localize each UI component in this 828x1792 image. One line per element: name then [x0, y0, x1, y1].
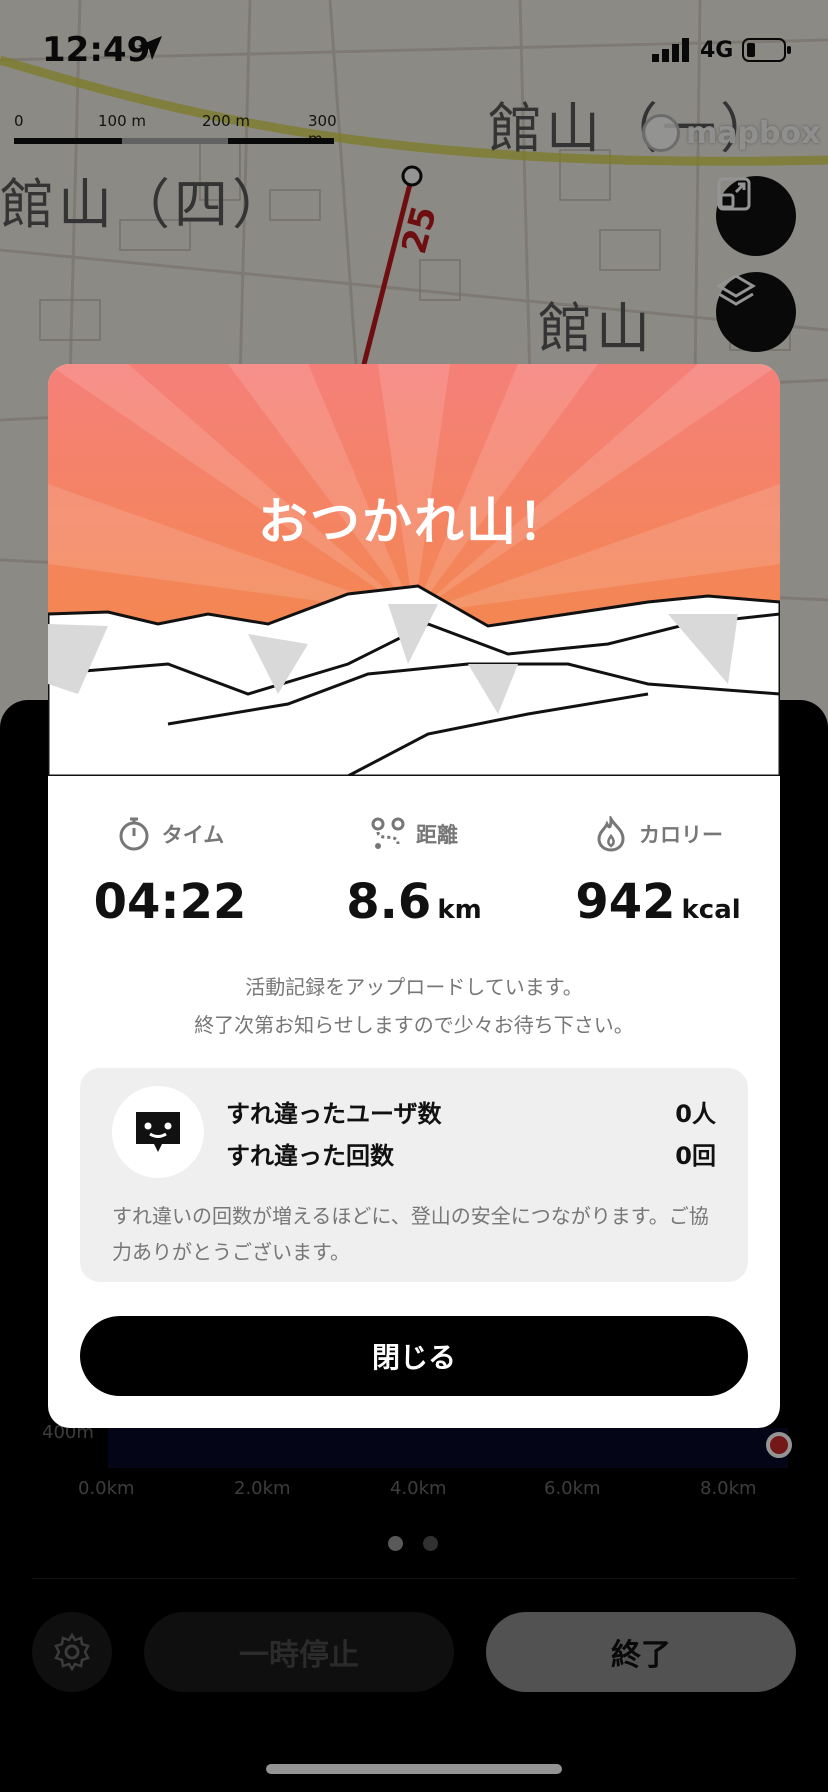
encounter-count-label: すれ違った回数: [226, 1142, 394, 1170]
stat-label: カロリー: [639, 823, 723, 847]
upload-message: 活動記録をアップロードしています。 終了次第お知らせしますので少々お待ち下さい。: [194, 975, 634, 1037]
stat-unit: kcal: [681, 895, 741, 925]
stat-unit: km: [437, 895, 482, 925]
hero-illustration: おつかれ山！: [48, 364, 780, 776]
mountain-illustration: [48, 364, 780, 776]
stat-calories: カロリー 942 kcal: [536, 816, 780, 930]
close-button[interactable]: 閉じる: [80, 1316, 748, 1396]
face-badge-icon: [136, 1112, 180, 1152]
modal-title: おつかれ山！: [258, 493, 570, 551]
encounter-users-value: 0人: [675, 1100, 716, 1128]
stat-value: 8.6: [346, 874, 432, 930]
encounter-users-label: すれ違ったユーザ数: [226, 1100, 442, 1128]
encounter-note: すれ違いの回数が増えるほどに、登山の安全につながります。ご協力ありがとうございま…: [112, 1204, 709, 1264]
route-icon: [371, 817, 405, 849]
stopwatch-icon: [119, 817, 149, 851]
encounter-card: すれ違ったユーザ数 0人 すれ違った回数 0回 すれ違いの回数が増えるほどに、登…: [80, 1068, 748, 1282]
stat-value: 942: [575, 874, 676, 930]
stat-label: タイム: [161, 823, 225, 847]
stat-label: 距離: [416, 823, 458, 847]
flame-icon: [597, 816, 625, 852]
encounter-users-row: すれ違ったユーザ数 0人: [226, 1094, 716, 1129]
encounter-avatar: [112, 1086, 204, 1178]
stat-time: タイム 04:22: [48, 816, 292, 930]
completion-modal: おつかれ山！ タイム 04:22 距離 8.6 km カロリー 942 kcal…: [48, 364, 780, 1428]
encounter-count-row: すれ違った回数 0回: [226, 1136, 716, 1171]
encounter-count-value: 0回: [675, 1142, 716, 1170]
stat-distance: 距離 8.6 km: [292, 816, 536, 930]
stat-value: 04:22: [93, 874, 247, 930]
activity-stats: タイム 04:22 距離 8.6 km カロリー 942 kcal: [48, 816, 780, 936]
